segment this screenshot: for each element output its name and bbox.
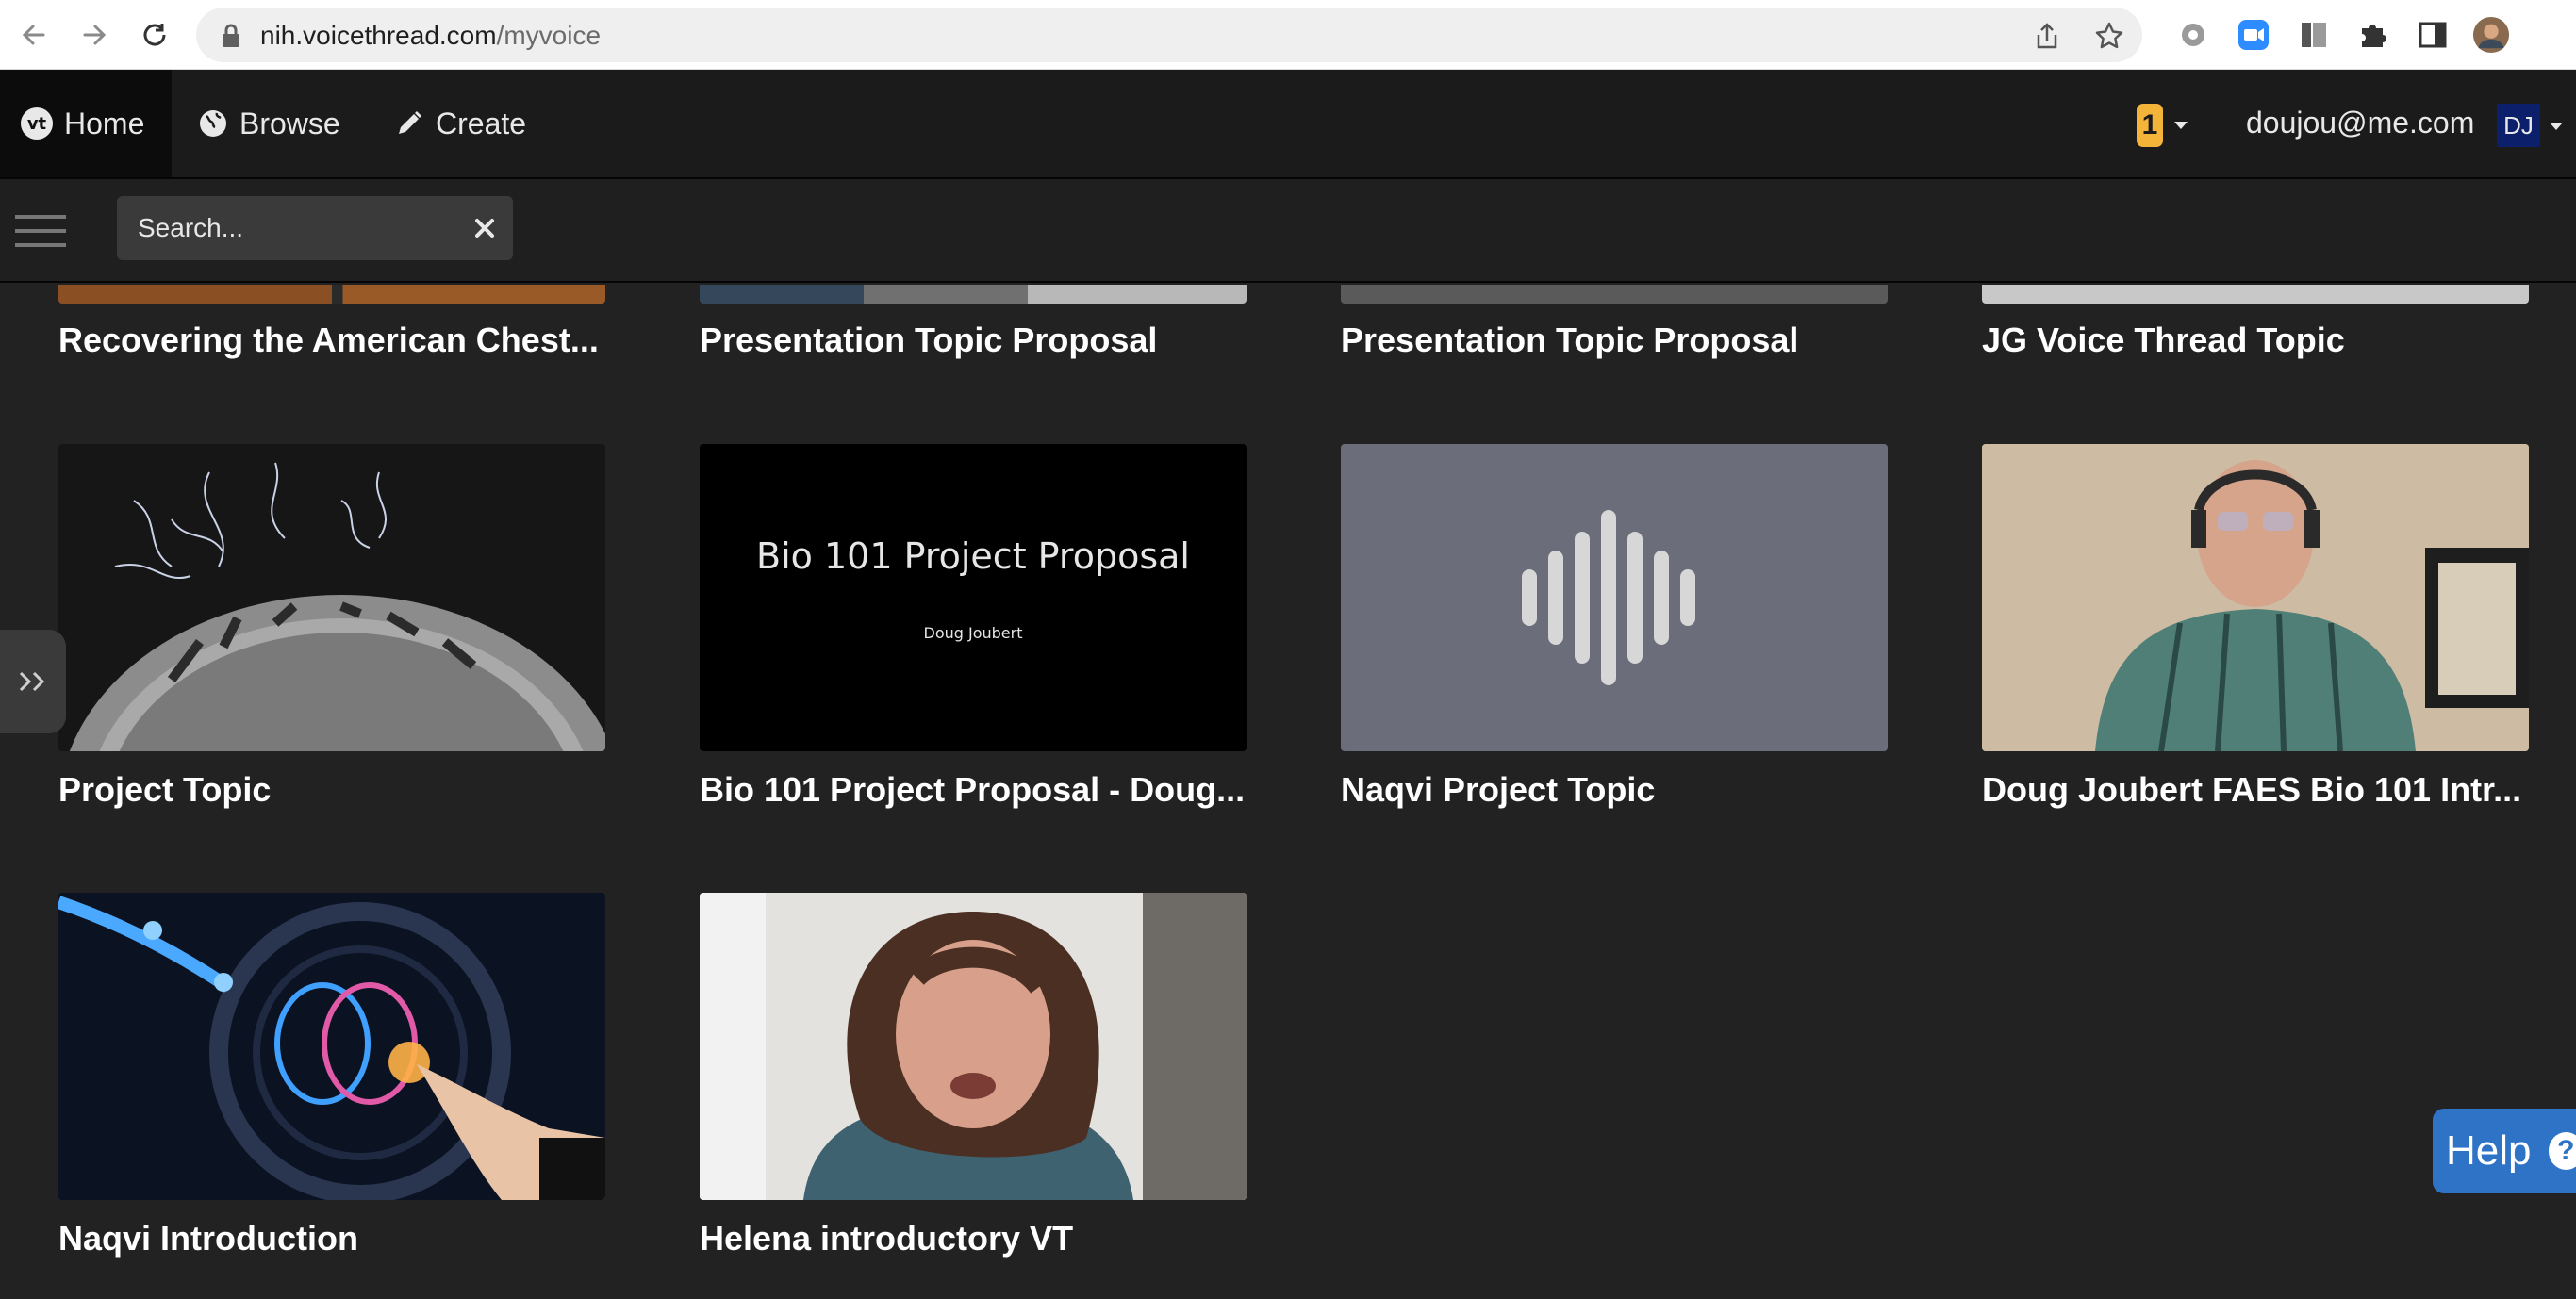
browser-toolbar: nih.voicethread.com/myvoice [0, 0, 2576, 70]
thread-title[interactable]: Presentation Topic Proposal [700, 321, 1256, 360]
notification-count-badge: 1 [2137, 104, 2163, 147]
user-email[interactable]: doujou@me.com [2246, 106, 2474, 140]
url-text: nih.voicethread.com/myvoice [260, 21, 602, 50]
thread-thumbnail[interactable] [700, 893, 1247, 1200]
coin-image [58, 444, 605, 751]
help-button[interactable]: Help ? [2433, 1109, 2576, 1193]
app-navbar: vt Home Browse Create 1 doujou@me.com DJ [0, 70, 2576, 179]
thread-title[interactable]: Presentation Topic Proposal [1341, 321, 1897, 360]
back-arrow-icon [22, 25, 45, 45]
notifications-menu[interactable]: 1 [2137, 104, 2188, 147]
chevron-down-icon [2174, 122, 2188, 129]
toolbar-row [0, 179, 2576, 283]
nav-browse-label: Browse [239, 106, 340, 140]
thread-title[interactable]: Bio 101 Project Proposal - Doug... [700, 770, 1256, 810]
thread-thumbnail[interactable] [1982, 444, 2529, 751]
extensions-puzzle-icon[interactable] [2353, 16, 2391, 54]
share-icon [2037, 23, 2057, 49]
question-mark-icon: ? [2548, 1132, 2576, 1170]
thread-thumbnail[interactable] [58, 893, 605, 1200]
webcam-video-image [1982, 444, 2529, 751]
thread-thumbnail[interactable] [1341, 444, 1888, 751]
thread-thumbnail[interactable] [1341, 285, 1888, 304]
star-icon [2095, 22, 2123, 49]
sidepanel-icon[interactable] [2414, 16, 2452, 54]
globe-icon [200, 110, 226, 137]
nav-create[interactable]: Create [394, 70, 526, 177]
reload-button[interactable] [134, 14, 175, 56]
thread-title[interactable]: JG Voice Thread Topic [1982, 321, 2538, 360]
thread-thumbnail[interactable]: Bio 101 Project Proposal Doug Joubert [700, 444, 1247, 751]
forward-button[interactable] [74, 14, 115, 56]
hamburger-icon[interactable] [15, 215, 66, 247]
thread-title[interactable]: Doug Joubert FAES Bio 101 Intr... [1982, 770, 2538, 810]
forward-arrow-icon [83, 25, 107, 45]
thread-thumbnail[interactable] [700, 285, 1247, 304]
double-chevron-icon [19, 671, 45, 692]
nav-browse[interactable]: Browse [198, 70, 340, 177]
reader-extension-icon[interactable] [2295, 16, 2333, 54]
thread-title[interactable]: Helena introductory VT [700, 1219, 1256, 1258]
bookmark-button[interactable] [2093, 20, 2125, 52]
thread-title[interactable]: Naqvi Introduction [58, 1219, 615, 1258]
profile-avatar-icon[interactable] [2472, 16, 2510, 54]
thread-title[interactable]: Naqvi Project Topic [1341, 770, 1897, 810]
thread-title[interactable]: Project Topic [58, 770, 615, 810]
extension-settings-icon[interactable] [2174, 16, 2212, 54]
back-button[interactable] [13, 14, 55, 56]
user-avatar[interactable]: DJ [2497, 104, 2540, 147]
search-input[interactable] [138, 196, 449, 260]
webcam-video-image [700, 893, 1247, 1200]
nav-home-label: Home [64, 106, 145, 140]
search-box [117, 196, 513, 260]
pencil-icon [399, 111, 421, 134]
thread-thumbnail[interactable] [58, 285, 605, 304]
clear-search-button[interactable] [466, 209, 504, 247]
expand-sidebar-button[interactable] [0, 630, 66, 733]
brain-illustration-image [58, 893, 605, 1200]
slide-author: Doug Joubert [923, 623, 1023, 642]
nav-home[interactable]: vt Home [21, 70, 144, 177]
thread-thumbnail[interactable] [58, 444, 605, 751]
thread-title[interactable]: Recovering the American Chest... [58, 321, 615, 360]
address-bar[interactable]: nih.voicethread.com/myvoice [196, 8, 2142, 62]
lock-icon [223, 24, 239, 47]
voicethread-logo-icon: vt [21, 107, 53, 140]
zoom-extension-icon[interactable] [2235, 16, 2272, 54]
thread-thumbnail[interactable] [1982, 285, 2529, 304]
close-icon [475, 219, 494, 238]
user-menu-chevron-down-icon[interactable] [2550, 123, 2563, 130]
slide-heading: Bio 101 Project Proposal [756, 534, 1190, 577]
help-label: Help [2446, 1127, 2532, 1174]
nav-create-label: Create [436, 106, 527, 140]
share-button[interactable] [2031, 20, 2063, 52]
thread-grid: Recovering the American Chest... Present… [0, 285, 2576, 1299]
audio-waveform-icon [1522, 510, 1695, 685]
reload-icon [143, 24, 166, 46]
